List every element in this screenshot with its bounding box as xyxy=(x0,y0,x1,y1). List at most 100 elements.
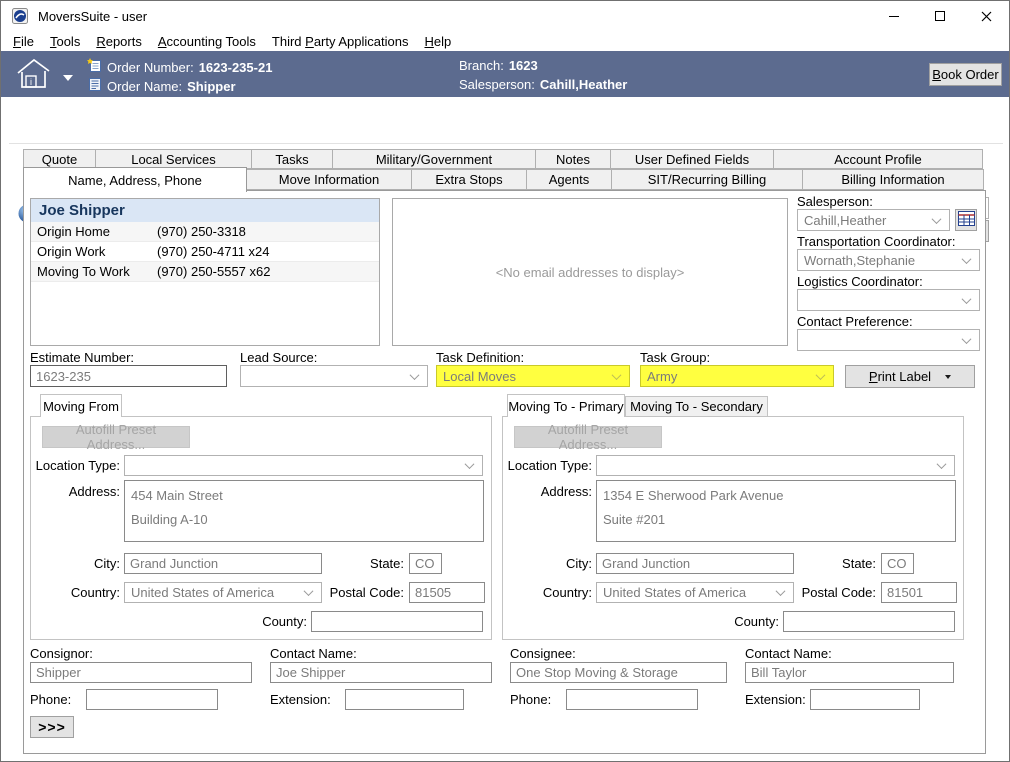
consignee-contact-name-input[interactable] xyxy=(745,662,954,683)
from-country-value: United States of America xyxy=(131,585,274,600)
consignee-phone-input[interactable] xyxy=(566,689,698,710)
chevron-down-icon xyxy=(612,370,622,380)
order-name-label: Order Name: xyxy=(107,79,182,94)
transportation-coordinator-label: Transportation Coordinator: xyxy=(797,234,956,249)
branch-row: Branch: 1623 xyxy=(459,58,538,73)
close-button[interactable] xyxy=(963,1,1009,31)
tab-move-information[interactable]: Move Information xyxy=(246,169,412,190)
home-menu-button[interactable]: i xyxy=(13,56,73,94)
phone-list-item[interactable]: Origin Home (970) 250-3318 xyxy=(31,222,379,242)
menu-third-party-applications[interactable]: Third Party Applications xyxy=(264,33,417,50)
tab-moving-to-primary[interactable]: Moving To - Primary xyxy=(507,394,625,417)
salesperson-label: Salesperson: xyxy=(459,77,535,92)
salesperson-schedule-button[interactable] xyxy=(955,209,977,231)
menu-help[interactable]: Help xyxy=(416,33,459,50)
menu-file[interactable]: File xyxy=(5,33,42,50)
phone-list-item[interactable]: Moving To Work (970) 250-5557 x62 xyxy=(31,262,379,282)
tab-moving-to-secondary[interactable]: Moving To - Secondary xyxy=(625,396,768,417)
to-state-input[interactable] xyxy=(881,553,914,574)
toolbar: ? Find New Refresh Edit Save Cancel MSS … xyxy=(1,97,1009,147)
salesperson-combo[interactable]: Cahill,Heather xyxy=(797,209,950,231)
chevron-down-icon xyxy=(63,75,73,81)
consignor-contact-name-input[interactable] xyxy=(270,662,492,683)
consignor-phone-input[interactable] xyxy=(86,689,218,710)
tab-quote[interactable]: Quote xyxy=(23,149,96,169)
tab-account-profile[interactable]: Account Profile xyxy=(773,149,983,169)
order-name-row: Order Name: Shipper xyxy=(87,77,236,95)
from-city-input[interactable] xyxy=(124,553,322,574)
chevron-down-icon xyxy=(776,586,786,596)
tab-user-defined-fields[interactable]: User Defined Fields xyxy=(610,149,774,169)
tab-notes[interactable]: Notes xyxy=(535,149,611,169)
from-country-combo[interactable]: United States of America xyxy=(124,582,322,603)
estimate-number-input[interactable] xyxy=(30,365,227,387)
from-postal-code-input[interactable] xyxy=(409,582,485,603)
phone-type: Origin Work xyxy=(31,244,157,259)
order-name-value: Shipper xyxy=(187,79,235,94)
window-controls xyxy=(871,1,1009,31)
tab-name-address-phone[interactable]: Name, Address, Phone xyxy=(23,167,247,192)
menu-tools[interactable]: Tools xyxy=(42,33,88,50)
to-location-type-combo[interactable] xyxy=(596,455,955,476)
from-autofill-preset-address-button[interactable]: Autofill Preset Address... xyxy=(42,426,190,448)
salesperson-combo-value: Cahill,Heather xyxy=(804,213,886,228)
to-postal-code-input[interactable] xyxy=(881,582,957,603)
consignee-extension-input[interactable] xyxy=(810,689,920,710)
order-number-row: Order Number: 1623-235-21 xyxy=(87,58,272,76)
to-county-label: County: xyxy=(693,614,779,629)
menu-reports[interactable]: Reports xyxy=(88,33,150,50)
titlebar: MoversSuite - user xyxy=(1,1,1009,31)
app-icon[interactable] xyxy=(12,8,28,24)
tab-tasks[interactable]: Tasks xyxy=(251,149,333,169)
dropdown-arrow-icon xyxy=(945,375,951,379)
to-country-combo[interactable]: United States of America xyxy=(596,582,794,603)
chevron-down-icon xyxy=(962,294,972,304)
consignee-input[interactable] xyxy=(510,662,727,683)
contact-preference-combo[interactable] xyxy=(797,329,980,351)
from-address-textarea[interactable]: 454 Main Street Building A-10 xyxy=(124,480,484,542)
consignor-input[interactable] xyxy=(30,662,252,683)
tab-row-secondary: Quote Local Services Tasks Military/Gove… xyxy=(23,149,983,169)
menu-accounting-tools[interactable]: Accounting Tools xyxy=(150,33,264,50)
to-county-input[interactable] xyxy=(783,611,955,632)
from-country-label: Country: xyxy=(34,585,120,600)
minimize-button[interactable] xyxy=(871,1,917,31)
to-autofill-preset-address-button[interactable]: Autofill Preset Address... xyxy=(514,426,662,448)
consignor-label: Consignor: xyxy=(30,646,93,661)
consignor-phone-label: Phone: xyxy=(30,692,71,707)
task-definition-combo[interactable]: Local Moves xyxy=(436,365,630,387)
tab-billing-information[interactable]: Billing Information xyxy=(802,169,984,190)
task-group-combo[interactable]: Army xyxy=(640,365,834,387)
phone-number: (970) 250-3318 xyxy=(157,224,246,239)
lead-source-combo[interactable] xyxy=(240,365,428,387)
print-label-button[interactable]: Print Label xyxy=(845,365,975,388)
branch-label: Branch: xyxy=(459,58,504,73)
maximize-button[interactable] xyxy=(917,1,963,31)
chevron-down-icon xyxy=(962,334,972,344)
to-city-input[interactable] xyxy=(596,553,794,574)
tab-moving-from[interactable]: Moving From xyxy=(40,394,122,417)
consignor-extension-input[interactable] xyxy=(345,689,464,710)
tab-sit-recurring-billing[interactable]: SIT/Recurring Billing xyxy=(611,169,803,190)
order-header: i Order Number: 1623-235-21 Order Name: … xyxy=(1,51,1009,97)
branch-value: 1623 xyxy=(509,58,538,73)
from-state-input[interactable] xyxy=(409,553,442,574)
book-order-button[interactable]: Book Order xyxy=(929,63,1002,86)
logistics-coordinator-combo[interactable] xyxy=(797,289,980,311)
contact-phone-list: Joe Shipper Origin Home (970) 250-3318 O… xyxy=(30,198,380,346)
tab-local-services[interactable]: Local Services xyxy=(95,149,252,169)
to-address-textarea[interactable]: 1354 E Sherwood Park Avenue Suite #201 xyxy=(596,480,956,542)
lead-source-label: Lead Source: xyxy=(240,350,317,365)
order-name-icon xyxy=(87,77,102,95)
order-number-icon xyxy=(87,58,102,76)
from-location-type-combo[interactable] xyxy=(124,455,483,476)
phone-list-item[interactable]: Origin Work (970) 250-4711 x24 xyxy=(31,242,379,262)
tab-military-government[interactable]: Military/Government xyxy=(332,149,536,169)
to-postal-code-label: Postal Code: xyxy=(790,585,876,600)
expand-more-button[interactable]: >>> xyxy=(30,716,74,738)
from-county-input[interactable] xyxy=(311,611,483,632)
transportation-coordinator-combo[interactable]: Wornath,Stephanie xyxy=(797,249,980,271)
tab-agents[interactable]: Agents xyxy=(526,169,612,190)
phone-type: Origin Home xyxy=(31,224,157,239)
tab-extra-stops[interactable]: Extra Stops xyxy=(411,169,527,190)
